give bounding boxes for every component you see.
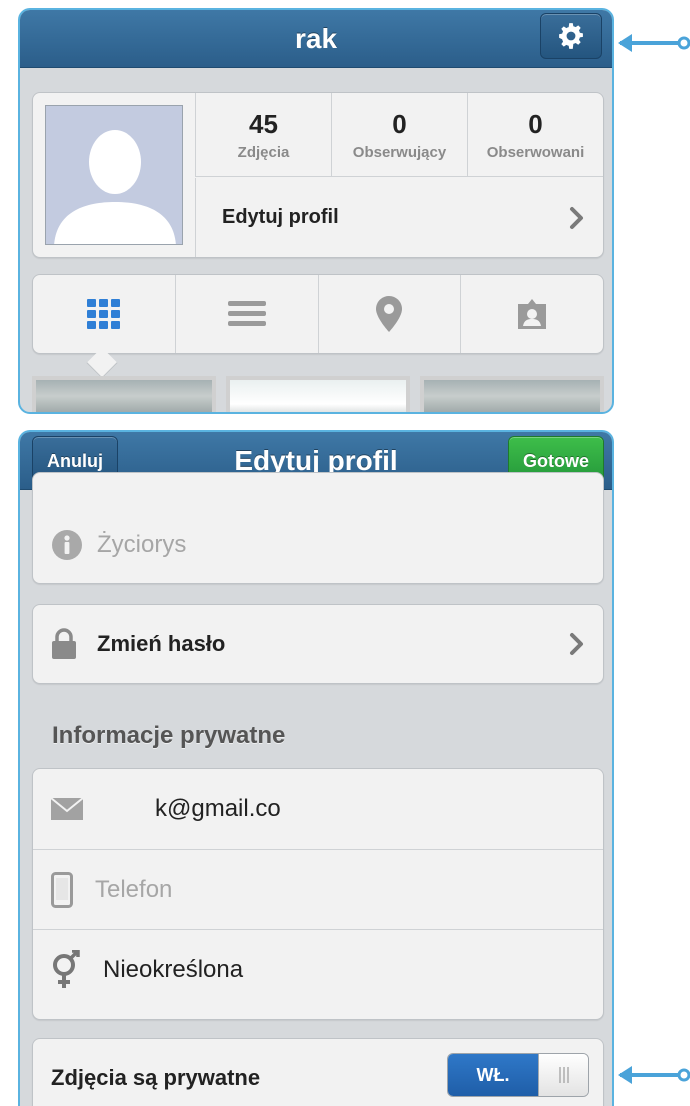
stat-following-count: 0	[528, 109, 543, 139]
phone-icon	[51, 871, 73, 908]
stat-following[interactable]: 0 Obserwowani	[467, 93, 603, 176]
profile-header-card: 45 Zdjęcia 0 Obserwujący 0 Obserwowani E…	[32, 92, 604, 258]
photo-thumbnail[interactable]	[420, 376, 604, 412]
change-password-button[interactable]: Zmień hasło	[32, 604, 604, 684]
email-value: k@gmail.co	[155, 795, 281, 822]
tab-map-view[interactable]	[317, 275, 461, 353]
list-icon	[227, 301, 266, 326]
bio-placeholder: Życiorys	[97, 531, 187, 558]
phone-field[interactable]: Telefon	[33, 849, 603, 929]
bio-row: Życiorys	[51, 529, 186, 561]
grip-lines-icon	[558, 1067, 569, 1083]
grid-icon	[86, 299, 120, 329]
stat-following-label: Obserwowani	[486, 144, 585, 161]
avatar[interactable]	[45, 105, 183, 245]
profile-screen: rak 45 Zdjęcia 0 Obserwujący 0 Obserwowa…	[18, 8, 614, 414]
stat-photos-label: Zdjęcia	[237, 144, 290, 161]
settings-button[interactable]	[540, 13, 602, 59]
settings-callout-arrow-icon	[618, 34, 690, 52]
stat-photos-count: 45	[249, 109, 278, 139]
phone-placeholder: Telefon	[95, 875, 173, 903]
photo-thumbnail[interactable]	[226, 376, 410, 412]
stat-followers-count: 0	[392, 109, 407, 139]
gender-field[interactable]: Nieokreślona	[33, 929, 603, 1009]
private-photos-toggle[interactable]: WŁ.	[447, 1053, 589, 1097]
lock-icon	[52, 628, 76, 659]
bio-field[interactable]: Życiorys	[32, 472, 604, 584]
stat-followers[interactable]: 0 Obserwujący	[331, 93, 467, 176]
stat-photos[interactable]: 45 Zdjęcia	[195, 93, 331, 176]
chevron-right-icon	[570, 206, 583, 229]
profile-stats: 45 Zdjęcia 0 Obserwujący 0 Obserwowani	[195, 93, 603, 177]
toggle-knob[interactable]	[538, 1054, 588, 1096]
chevron-right-icon	[570, 633, 583, 655]
private-photos-label: Zdjęcia są prywatne	[51, 1065, 261, 1090]
envelope-icon	[51, 798, 83, 820]
username-title: rak	[294, 23, 338, 54]
email-field[interactable]: k@gmail.co	[33, 769, 603, 849]
view-mode-tabs	[32, 274, 604, 379]
tab-tagged-photos[interactable]	[460, 275, 603, 353]
map-pin-icon	[376, 296, 403, 332]
tagged-photos-icon	[518, 299, 547, 329]
private-info-heading: Informacje prywatne	[52, 722, 286, 749]
edit-profile-button[interactable]: Edytuj profil	[195, 178, 603, 257]
toggle-callout-arrow-icon	[618, 1066, 690, 1084]
stat-followers-label: Obserwujący	[352, 144, 447, 161]
photo-grid	[32, 376, 612, 412]
change-password-label: Zmień hasło	[97, 631, 226, 656]
gender-icon	[53, 949, 80, 988]
gear-icon	[559, 23, 583, 49]
edit-profile-label: Edytuj profil	[222, 206, 339, 228]
gender-value: Nieokreślona	[103, 955, 244, 983]
toggle-on-label: WŁ.	[448, 1054, 538, 1096]
private-photos-row: Zdjęcia są prywatne WŁ.	[32, 1038, 604, 1106]
info-icon	[52, 530, 82, 560]
edit-profile-screen: Anuluj Edytuj profil Gotowe Życiorys Zmi…	[18, 430, 614, 1106]
default-avatar-icon	[46, 106, 182, 244]
photo-thumbnail[interactable]	[32, 376, 216, 412]
tab-grid-view[interactable]	[33, 275, 175, 353]
private-info-group: k@gmail.co Telefon Nieokreślona	[32, 768, 604, 1020]
tab-list-view[interactable]	[174, 275, 318, 353]
profile-navbar: rak	[20, 10, 612, 68]
